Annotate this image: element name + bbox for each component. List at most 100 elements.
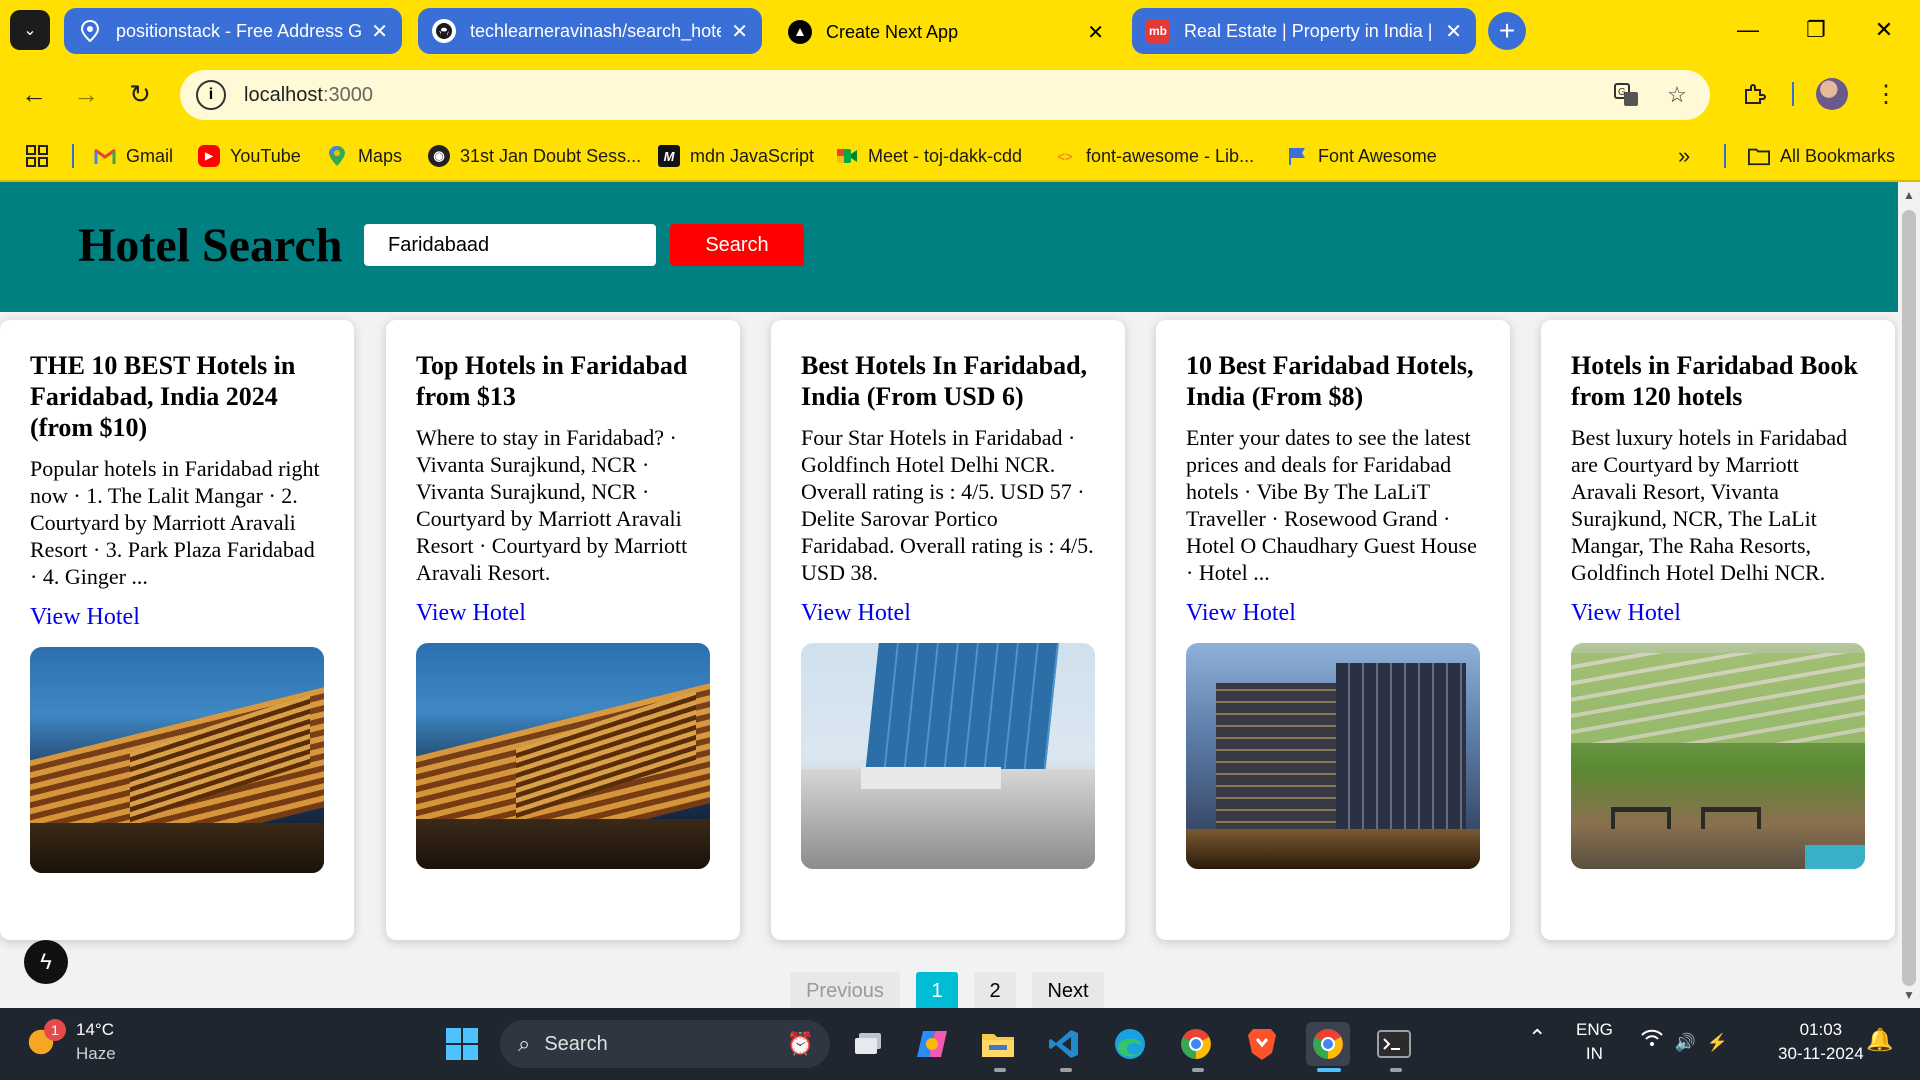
- profile-avatar[interactable]: [1816, 78, 1848, 110]
- extensions-icon[interactable]: [1736, 76, 1772, 112]
- plus-icon: +: [1498, 15, 1516, 46]
- hotel-card-title: 10 Best Faridabad Hotels, India (From $8…: [1186, 351, 1474, 411]
- translate-icon[interactable]: G: [1612, 80, 1642, 110]
- search-button[interactable]: Search: [670, 224, 804, 266]
- view-hotel-link[interactable]: View Hotel: [416, 600, 710, 627]
- toolbar-divider: [1792, 82, 1794, 106]
- file-explorer-icon[interactable]: [976, 1022, 1020, 1066]
- scroll-thumb[interactable]: [1902, 210, 1916, 986]
- search-icon: ⌕: [518, 1031, 531, 1056]
- browser-menu-icon[interactable]: ⋮: [1868, 76, 1904, 112]
- close-window-button[interactable]: ✕: [1864, 10, 1904, 50]
- reload-button[interactable]: ↻: [120, 74, 160, 114]
- bookmark-font-awesome[interactable]: Font Awesome: [1286, 142, 1437, 170]
- view-hotel-link[interactable]: View Hotel: [30, 604, 324, 631]
- next-page-button[interactable]: Next: [1032, 972, 1104, 1008]
- bookmark-mdn[interactable]: M mdn JavaScript: [658, 142, 814, 170]
- edge-icon[interactable]: [1108, 1022, 1152, 1066]
- close-icon[interactable]: ✕: [1087, 20, 1104, 45]
- terminal-icon[interactable]: [1372, 1022, 1416, 1066]
- bookmark-label: YouTube: [230, 145, 301, 166]
- running-indicator: [1390, 1068, 1402, 1072]
- hotel-image: [1571, 643, 1865, 869]
- lightning-icon: ϟ: [40, 949, 52, 974]
- tab-real-estate[interactable]: mb Real Estate | Property in India | ✕: [1132, 8, 1476, 54]
- view-hotel-link[interactable]: View Hotel: [1571, 600, 1865, 627]
- hotel-card: Top Hotels in Faridabad from $13 Where t…: [386, 320, 740, 940]
- clock[interactable]: 01:03 30-11-2024: [1778, 1018, 1864, 1066]
- bookmark-label: mdn JavaScript: [690, 145, 815, 166]
- bookmark-doubt-session[interactable]: ◉ 31st Jan Doubt Sess...: [428, 142, 641, 170]
- close-icon[interactable]: ✕: [371, 19, 388, 44]
- bookmark-label: Font Awesome: [1318, 145, 1437, 166]
- tab-create-next-app[interactable]: Create Next App ✕: [774, 6, 1118, 58]
- hotel-image: [30, 647, 324, 873]
- svg-text:G: G: [1618, 87, 1626, 98]
- hotel-image: [801, 643, 1095, 869]
- address-url[interactable]: localhost:3000: [244, 84, 373, 107]
- page-scrollbar[interactable]: ▲ ▼: [1898, 182, 1920, 1008]
- bookmark-gmail[interactable]: Gmail: [94, 142, 173, 170]
- hotel-card-snippet: Best luxury hotels in Faridabad are Cour…: [1571, 425, 1848, 585]
- running-indicator: [1317, 1068, 1341, 1072]
- copilot-icon[interactable]: [910, 1022, 954, 1066]
- bookmark-youtube[interactable]: ▶ YouTube: [198, 142, 301, 170]
- scroll-down-icon[interactable]: ▼: [1903, 988, 1915, 1002]
- notifications-bell-icon[interactable]: 🔔: [1866, 1028, 1893, 1052]
- url-host: localhost: [244, 83, 323, 106]
- chrome-profile-icon[interactable]: [1306, 1022, 1350, 1066]
- close-icon[interactable]: ✕: [731, 19, 748, 44]
- arrow-right-icon: →: [73, 78, 99, 109]
- scroll-up-icon[interactable]: ▲: [1903, 188, 1915, 202]
- weather-widget[interactable]: 1 14°C Haze: [22, 1018, 116, 1066]
- task-view-icon[interactable]: [846, 1022, 890, 1066]
- tab-search-menu-button[interactable]: ⌄: [10, 10, 50, 50]
- weather-haze-icon: 1: [22, 1019, 66, 1061]
- bookmark-maps[interactable]: Maps: [326, 142, 402, 170]
- wifi-icon: [1640, 1029, 1669, 1052]
- tab-github-repo[interactable]: techlearneravinash/search_hote ✕: [418, 8, 762, 54]
- chrome-icon[interactable]: [1174, 1022, 1218, 1066]
- browser-toolbar: ← → ↻ i localhost:3000 G ☆ ⋮: [0, 58, 1920, 130]
- nextjs-dev-tools-button[interactable]: ϟ: [24, 940, 68, 984]
- bookmark-meet[interactable]: Meet - toj-dakk-cdd: [836, 142, 1022, 170]
- windows-start-icon[interactable]: [440, 1022, 484, 1066]
- more-bookmarks-chevron-icon[interactable]: »: [1678, 142, 1690, 170]
- reload-icon: ↻: [129, 78, 151, 109]
- hotel-card-snippet: Where to stay in Faridabad? · Vivanta Su…: [416, 425, 688, 585]
- previous-page-button[interactable]: Previous: [790, 972, 900, 1008]
- vscode-icon[interactable]: [1042, 1022, 1086, 1066]
- forward-button[interactable]: →: [66, 74, 106, 114]
- close-icon[interactable]: ✕: [1445, 19, 1462, 44]
- page-2-button[interactable]: 2: [974, 972, 1016, 1008]
- all-bookmarks-label: All Bookmarks: [1780, 145, 1896, 166]
- brave-icon[interactable]: [1240, 1022, 1284, 1066]
- all-bookmarks-button[interactable]: All Bookmarks: [1748, 142, 1895, 170]
- search-input[interactable]: [364, 224, 656, 266]
- language-indicator[interactable]: ENG IN: [1576, 1018, 1613, 1066]
- chevron-down-icon: ⌄: [23, 22, 37, 39]
- address-bar[interactable]: i localhost:3000 G ☆: [180, 70, 1710, 120]
- view-hotel-link[interactable]: View Hotel: [801, 600, 1095, 627]
- back-button[interactable]: ←: [14, 74, 54, 114]
- running-indicator: [994, 1068, 1006, 1072]
- show-hidden-icons-chevron-icon[interactable]: ⌃: [1528, 1026, 1546, 1050]
- windows-taskbar: 1 14°C Haze ⌕ Search ⏰ ⌃ ENG IN 🔊 ⚡ 01:0…: [0, 1008, 1920, 1080]
- hotel-card-title: THE 10 BEST Hotels in Faridabad, India 2…: [30, 351, 296, 442]
- apps-grid-icon[interactable]: [26, 142, 48, 170]
- info-icon[interactable]: i: [196, 80, 226, 110]
- quick-settings[interactable]: 🔊 ⚡: [1640, 1028, 1728, 1055]
- hotel-card: THE 10 BEST Hotels in Faridabad, India 2…: [0, 320, 354, 940]
- bookmark-star-icon[interactable]: ☆: [1662, 80, 1692, 110]
- hotel-image: [416, 643, 710, 869]
- taskbar-search[interactable]: ⌕ Search ⏰: [500, 1020, 830, 1068]
- bookmarks-divider: [1724, 144, 1726, 168]
- view-hotel-link[interactable]: View Hotel: [1186, 600, 1480, 627]
- restore-button[interactable]: ❐: [1796, 10, 1836, 50]
- mdn-icon: M: [658, 145, 680, 167]
- new-tab-button[interactable]: +: [1488, 12, 1526, 50]
- bookmark-font-awesome-lib[interactable]: <> font-awesome - Lib...: [1054, 142, 1254, 170]
- tab-positionstack[interactable]: positionstack - Free Address Ge ✕: [64, 8, 402, 54]
- page-1-button[interactable]: 1: [916, 972, 958, 1008]
- minimize-button[interactable]: —: [1728, 10, 1768, 50]
